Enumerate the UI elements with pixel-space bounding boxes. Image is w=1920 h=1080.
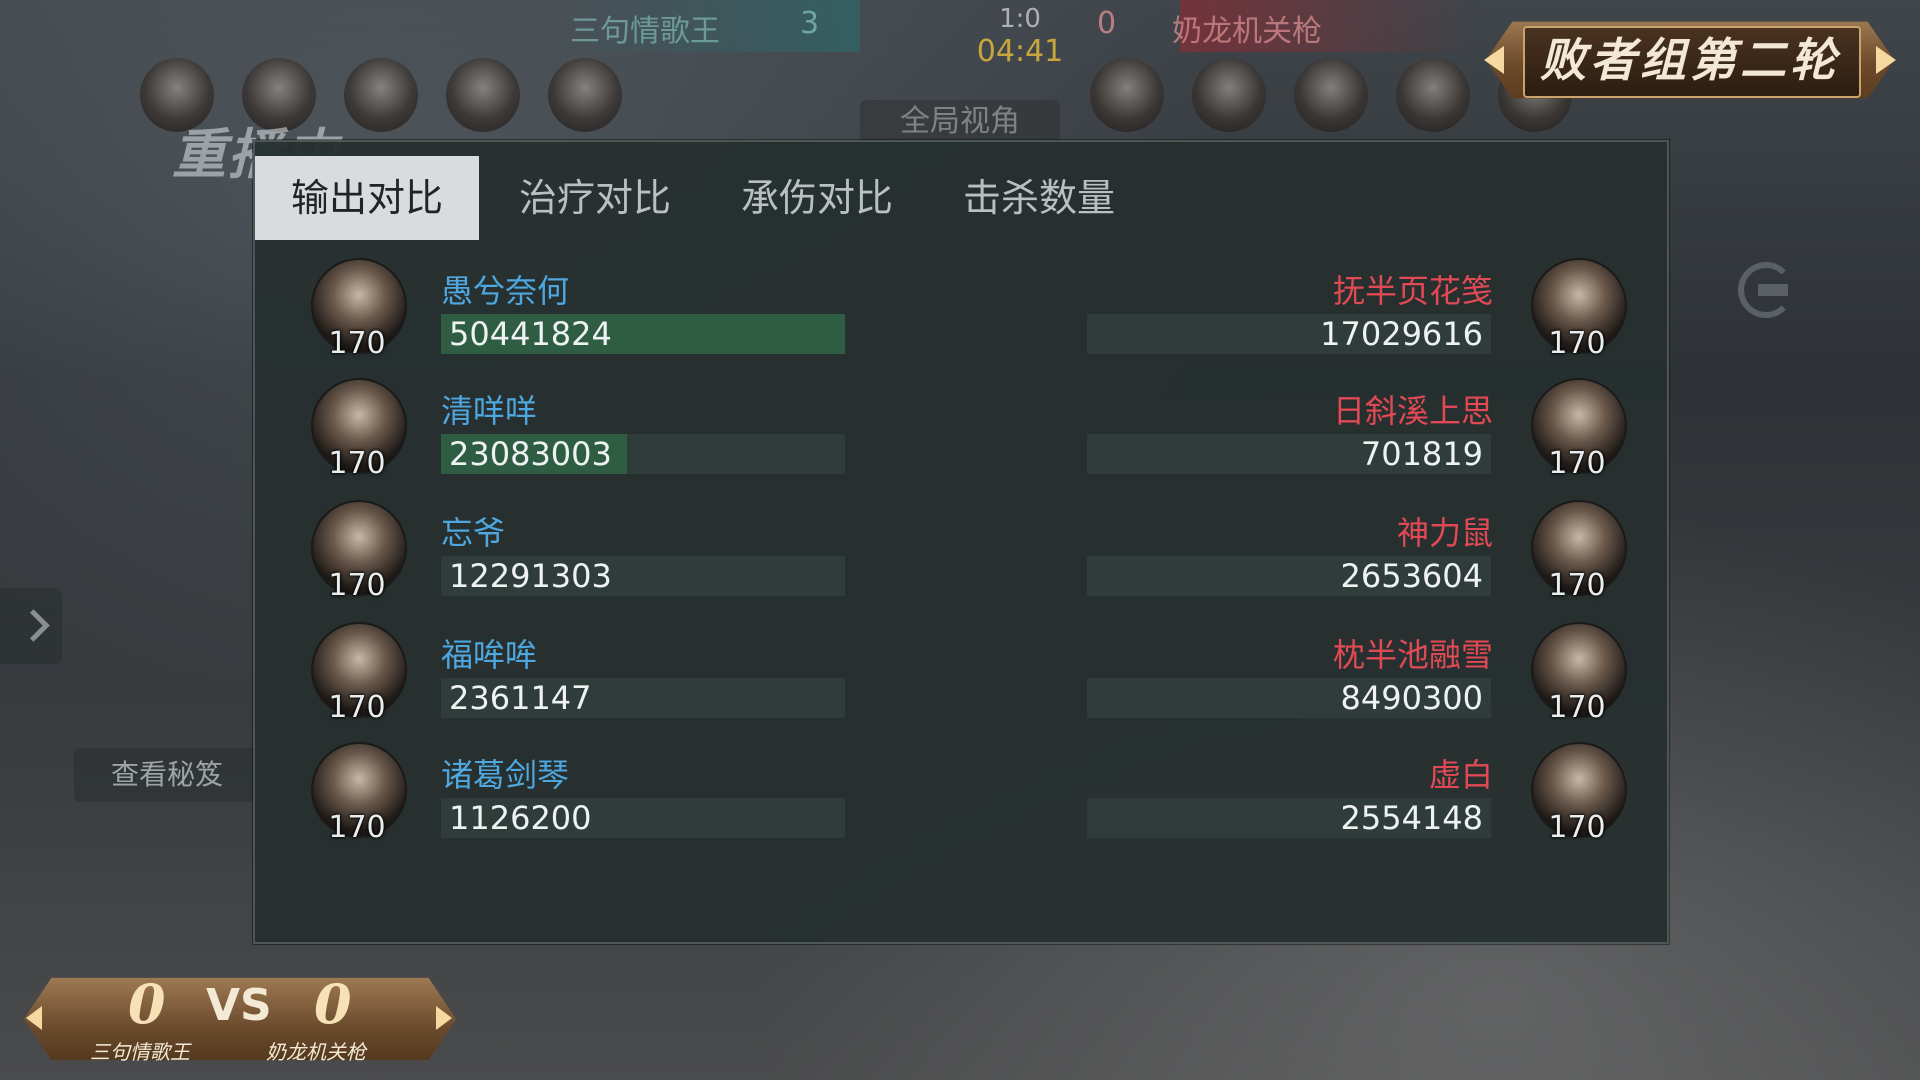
left-player-level: 170	[328, 446, 386, 481]
round-banner-text: 败者组第二轮	[1540, 33, 1840, 87]
stats-row: 170 清咩咩 23083003 日斜溪上思 701819 170	[255, 378, 1667, 488]
match-vs: VS	[206, 980, 272, 1031]
match-score-plate: 0 VS 0 三句情歌王 奶龙机关枪	[10, 970, 470, 1068]
stats-tabs: 输出对比 治疗对比 承伤对比 击杀数量	[255, 156, 1155, 240]
team-left-name: 三句情歌王	[570, 14, 720, 49]
view-secrets-button[interactable]: 查看秘笈	[74, 748, 260, 802]
left-value: 23083003	[449, 435, 612, 473]
right-player-name: 神力鼠	[1396, 514, 1493, 552]
right-value: 8490300	[1340, 679, 1483, 717]
round-score: 1:0	[999, 4, 1041, 34]
stats-row: 170 忘爷 12291303 神力鼠 2653604 170	[255, 500, 1667, 610]
right-value: 2554148	[1340, 799, 1483, 837]
right-player-name: 虚白	[1428, 756, 1493, 794]
left-player-name: 福哞哞	[441, 636, 538, 674]
left-player-level: 170	[328, 568, 386, 603]
left-player-name: 愚兮奈何	[441, 272, 570, 310]
player-portrait	[548, 58, 622, 132]
right-player-level: 170	[1548, 690, 1606, 725]
right-player-name: 日斜溪上思	[1332, 392, 1493, 430]
left-player-name: 忘爷	[441, 514, 506, 552]
right-player-name: 抚半页花笺	[1332, 272, 1493, 310]
right-value-bar: 8490300	[1087, 678, 1491, 718]
exit-icon-arrow	[1758, 284, 1788, 296]
team-right-score: 0	[1097, 6, 1117, 41]
left-player-name: 诸葛剑琴	[441, 756, 570, 794]
right-value-bar: 2653604	[1087, 556, 1491, 596]
right-value: 17029616	[1320, 315, 1483, 353]
left-value: 1126200	[449, 799, 592, 837]
tab-damage-taken[interactable]: 承伤对比	[711, 156, 923, 240]
stats-row: 170 愚兮奈何 50441824 抚半页花笺 17029616 170	[255, 258, 1667, 368]
stats-row: 170 福哞哞 2361147 枕半池融雪 8490300 170	[255, 622, 1667, 732]
scoreboard: 三句情歌王 3 1:0 04:41 0 奶龙机关枪	[560, 0, 1480, 69]
player-portrait	[1090, 58, 1164, 132]
left-value: 50441824	[449, 315, 612, 353]
right-player-name: 枕半池融雪	[1332, 636, 1493, 674]
right-value-bar: 17029616	[1087, 314, 1491, 354]
left-value: 2361147	[449, 679, 592, 717]
right-value: 701819	[1360, 435, 1483, 473]
left-value-bar: 2361147	[441, 678, 845, 718]
round-banner: 败者组第二轮	[1468, 12, 1912, 108]
stats-panel: 输出对比 治疗对比 承伤对比 击杀数量 170 愚兮奈何 50441824 抚半…	[253, 140, 1669, 944]
right-value-bar: 701819	[1087, 434, 1491, 474]
match-left-arrow-icon[interactable]	[26, 1006, 42, 1030]
right-player-level: 170	[1548, 446, 1606, 481]
player-portrait	[1192, 58, 1266, 132]
exit-icon[interactable]	[1738, 262, 1794, 318]
right-player-level: 170	[1548, 810, 1606, 845]
match-right-arrow-icon[interactable]	[436, 1006, 452, 1030]
banner-right-arrow-icon	[1876, 46, 1896, 74]
right-value-bar: 2554148	[1087, 798, 1491, 838]
banner-left-arrow-icon	[1484, 46, 1504, 74]
left-player-level: 170	[328, 690, 386, 725]
left-value-bar: 1126200	[441, 798, 845, 838]
match-right-score: 0	[314, 972, 352, 1036]
match-right-team: 奶龙机关枪	[266, 1040, 366, 1064]
team-right-name: 奶龙机关枪	[1172, 14, 1322, 49]
right-player-level: 170	[1548, 568, 1606, 603]
player-portrait	[344, 58, 418, 132]
left-player-name: 清咩咩	[441, 392, 538, 430]
tab-kills[interactable]: 击杀数量	[933, 156, 1145, 240]
match-left-team: 三句情歌王	[90, 1040, 190, 1064]
player-portrait	[1294, 58, 1368, 132]
left-player-level: 170	[328, 810, 386, 845]
left-value-bar: 12291303	[441, 556, 845, 596]
tab-healing[interactable]: 治疗对比	[489, 156, 701, 240]
player-portrait	[446, 58, 520, 132]
right-value: 2653604	[1340, 557, 1483, 595]
left-value: 12291303	[449, 557, 612, 595]
match-timer: 04:41	[976, 34, 1064, 69]
left-value-bar: 23083003	[441, 434, 845, 474]
expand-side-arrow-icon[interactable]	[0, 588, 62, 664]
right-player-level: 170	[1548, 326, 1606, 361]
match-left-score: 0	[128, 972, 166, 1036]
tab-damage[interactable]: 输出对比	[255, 156, 480, 240]
left-player-level: 170	[328, 326, 386, 361]
left-value-bar: 50441824	[441, 314, 845, 354]
global-view-button[interactable]: 全局视角	[860, 100, 1060, 142]
player-portrait	[1396, 58, 1470, 132]
team-left-score: 3	[800, 6, 820, 41]
stats-row: 170 诸葛剑琴 1126200 虚白 2554148 170	[255, 742, 1667, 852]
